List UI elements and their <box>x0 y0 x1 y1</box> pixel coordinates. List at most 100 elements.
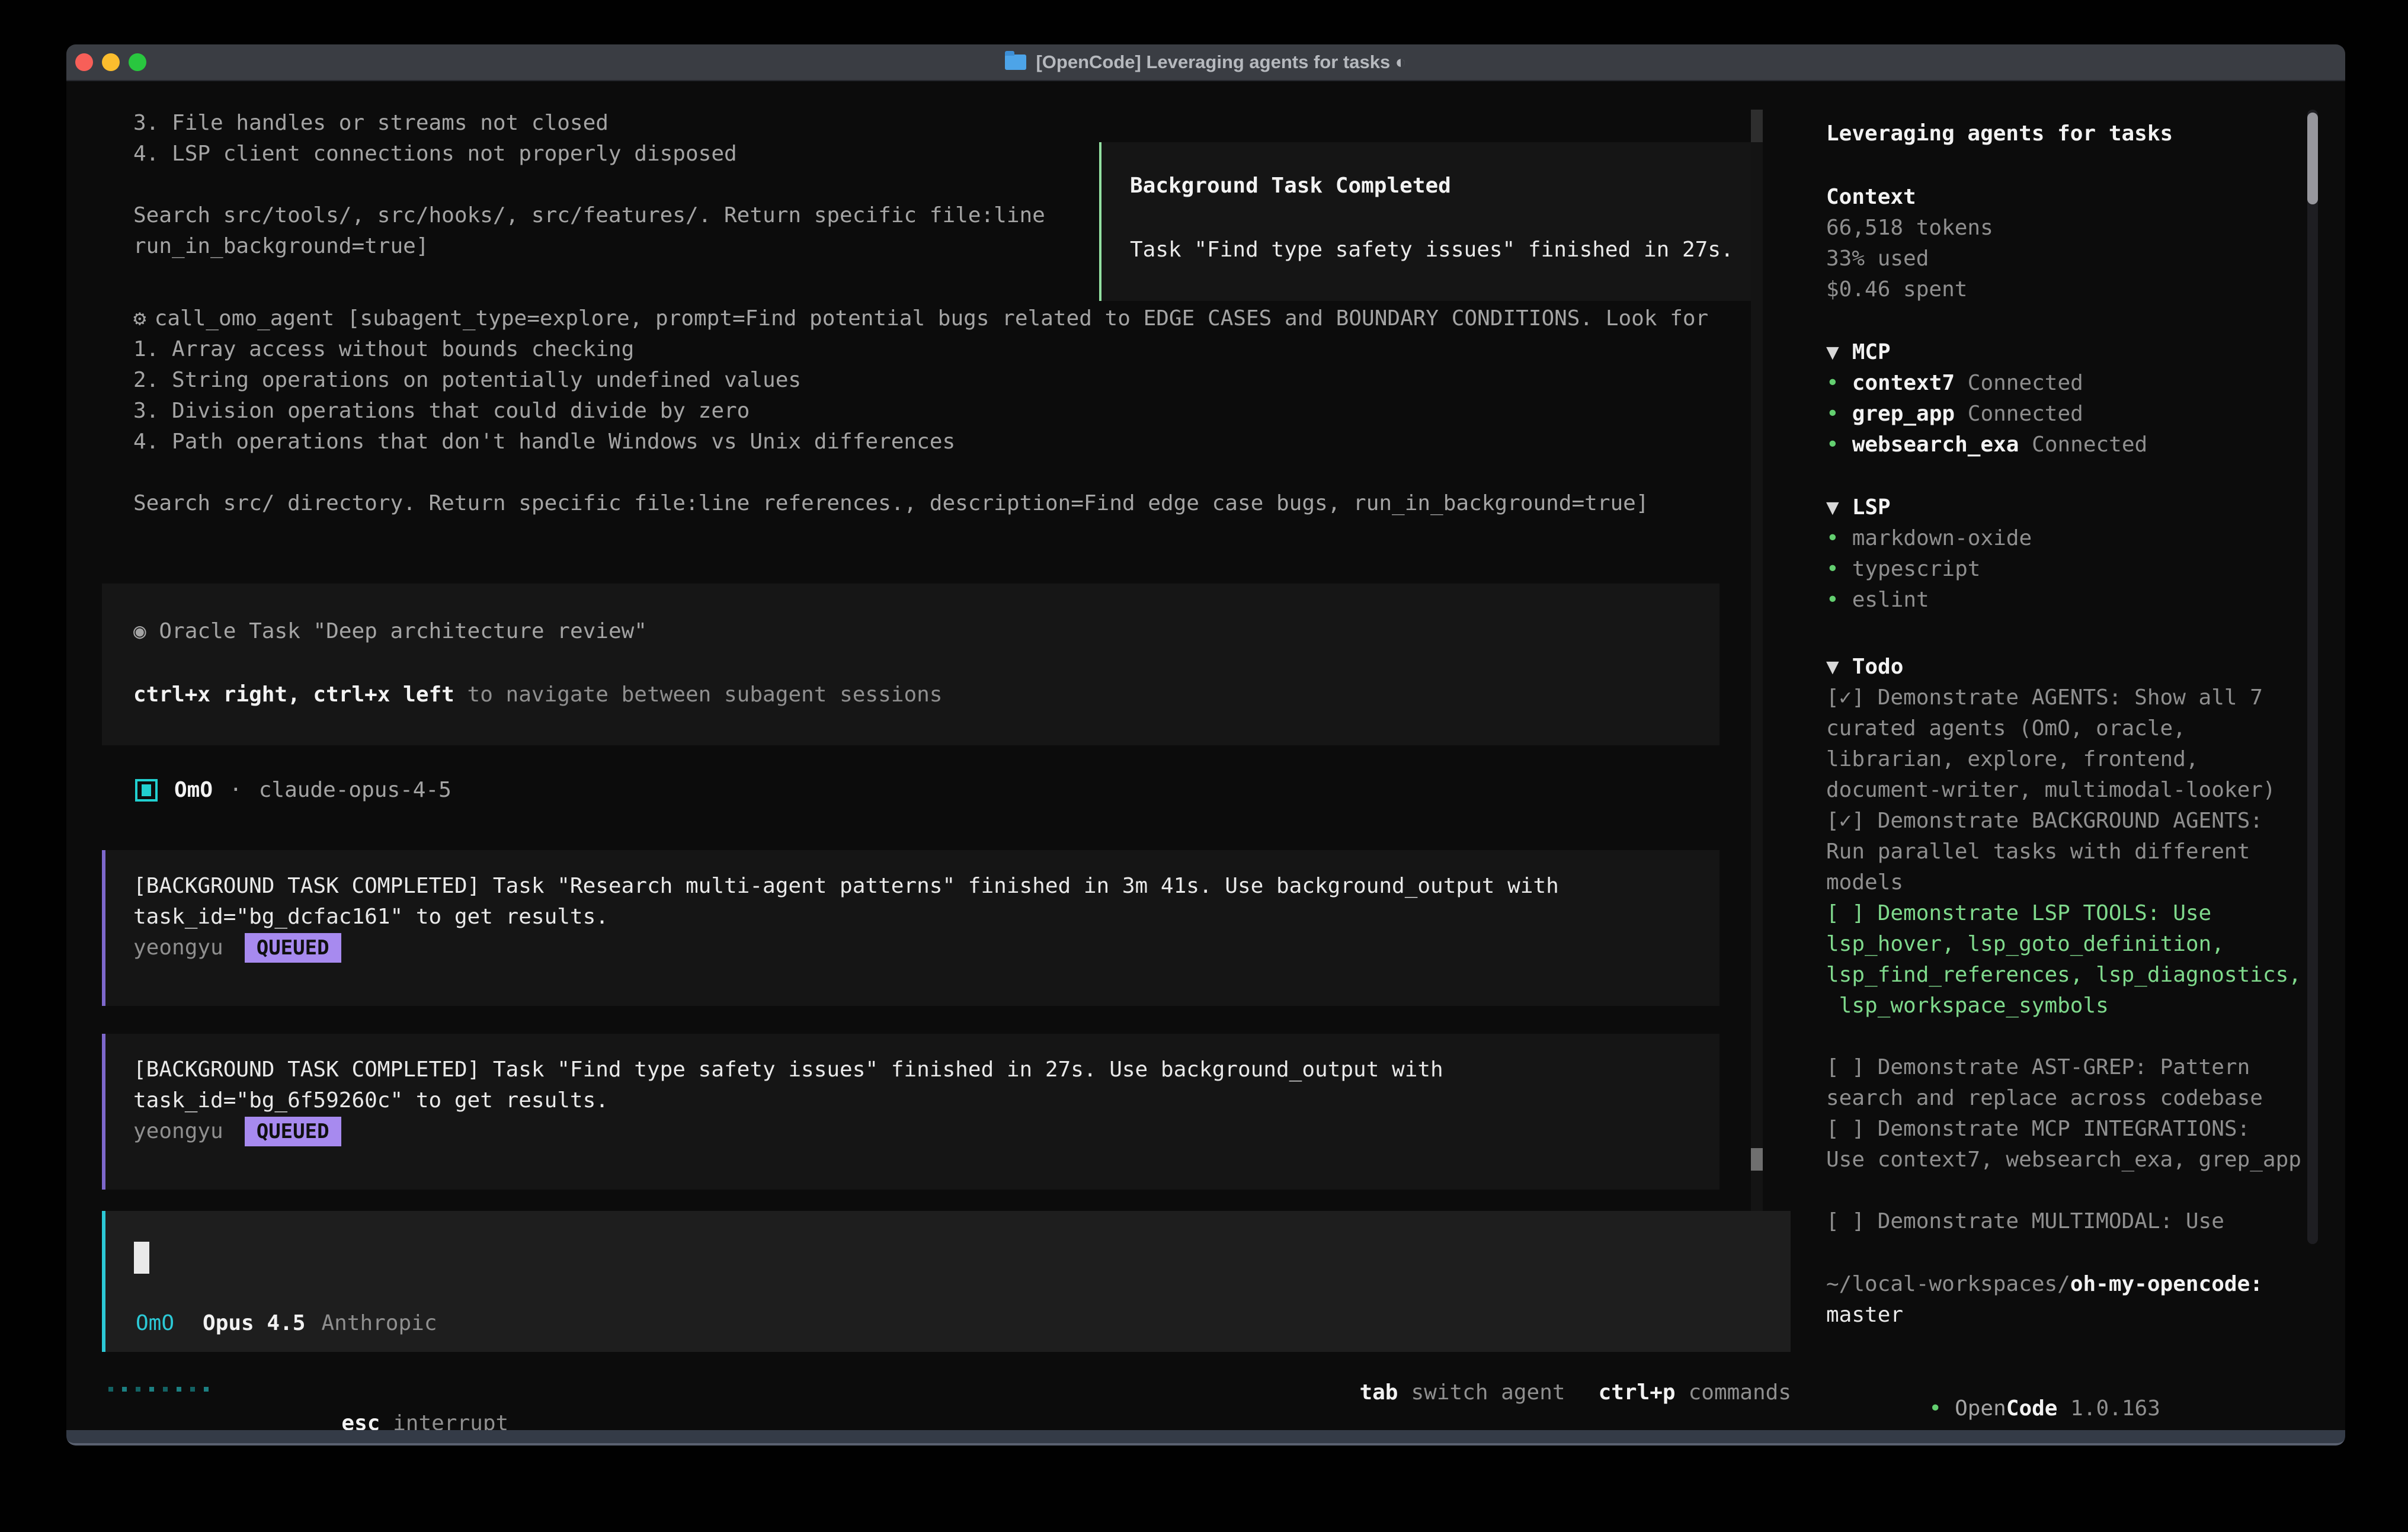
window-title-wrap: [OpenCode] Leveraging agents for tasks ◐ <box>1005 52 1406 73</box>
spinner-dot-icon <box>108 1387 113 1392</box>
workspace-branch: master <box>1826 1300 2263 1331</box>
tool-call-lines: 1. Array access without bounds checking2… <box>133 334 1708 519</box>
lsp-item: • typescript <box>1826 554 2032 585</box>
status-dot-icon: • <box>1826 557 1839 581</box>
status-badge: QUEUED <box>245 933 341 963</box>
minimize-button[interactable] <box>102 53 120 71</box>
todo-line-pending: [ ] Demonstrate MCP INTEGRATIONS: <box>1826 1114 2301 1145</box>
lsp-item: •markdown-oxide <box>1826 523 2032 554</box>
agent-header: OmO · claude-opus-4-5 <box>135 775 451 806</box>
chat-scrollbar-thumb-top[interactable] <box>1751 110 1763 142</box>
mcp-section: ▼MCP •context7 Connected•grep_app Connec… <box>1826 337 2147 460</box>
window-title: [OpenCode] Leveraging agents for tasks ◐ <box>1036 52 1406 73</box>
folder-icon <box>1005 55 1026 70</box>
todo-line-gap <box>1826 1175 2301 1206</box>
input-meta: OmO Opus 4.5 Anthropic <box>136 1308 437 1339</box>
active-model: Opus 4.5 <box>203 1308 305 1339</box>
status-dot-icon: • <box>1826 371 1839 395</box>
status-dot-icon: • <box>1826 432 1839 457</box>
background-task-block: [BACKGROUND TASK COMPLETED] Task "Resear… <box>102 850 1719 1006</box>
oracle-task-hint: ctrl+x right, ctrl+x left to navigate be… <box>133 680 942 710</box>
session-title: Leveraging agents for tasks <box>1826 118 2173 149</box>
notification-title: Background Task Completed <box>1130 171 1451 201</box>
switch-agent-hint: tabswitch agent <box>1359 1377 1565 1408</box>
todo-section: ▼Todo [✓] Demonstrate AGENTS: Show all 7… <box>1826 652 2301 1237</box>
lsp-heading[interactable]: ▼LSP <box>1826 492 2032 523</box>
mcp-heading[interactable]: ▼MCP <box>1826 337 2147 368</box>
status-dot-icon: • <box>1826 588 1839 612</box>
tool-call-line: 4. Path operations that don't handle Win… <box>133 427 1708 457</box>
sidebar-scrollbar-thumb[interactable] <box>2307 113 2318 204</box>
mcp-status: Connected <box>2032 432 2147 457</box>
notification-toast[interactable]: Background Task Completed Task "Find typ… <box>1099 142 1761 301</box>
desktop: [OpenCode] Leveraging agents for tasks ◐… <box>0 0 2408 1532</box>
status-badge: QUEUED <box>245 1117 341 1146</box>
spinner-dot-icon <box>136 1387 140 1392</box>
todo-line-done: document-writer, multimodal-looker) <box>1826 775 2301 806</box>
spinner-dot-icon <box>163 1387 168 1392</box>
chevron-down-icon: ▼ <box>1826 495 1839 520</box>
separator-dot: · <box>229 775 242 806</box>
zoom-button[interactable] <box>129 53 146 71</box>
lsp-name: markdown-oxide <box>1852 526 2032 550</box>
tool-call-head-text: call_omo_agent [subagent_type=explore, p… <box>155 306 1709 331</box>
task-line1: [BACKGROUND TASK COMPLETED] Task "Find t… <box>133 1055 1719 1085</box>
mcp-item: • websearch_exa Connected <box>1826 430 2147 460</box>
status-bar: esc interrupt tabswitch agent ctrl+pcomm… <box>66 1377 1791 1408</box>
task-meta: yeongyu QUEUED <box>133 1116 1719 1147</box>
scrollback-line <box>133 169 1045 200</box>
todo-line-gap <box>1826 1021 2301 1052</box>
agent-model: claude-opus-4-5 <box>259 775 451 806</box>
mcp-name: websearch_exa <box>1852 432 2019 457</box>
spinner-dot-icon <box>122 1387 127 1392</box>
spinner-dot-icon <box>177 1387 181 1392</box>
agent-icon <box>135 779 158 802</box>
task-line1: [BACKGROUND TASK COMPLETED] Task "Resear… <box>133 871 1719 902</box>
spinner-dot-icon <box>149 1387 154 1392</box>
active-agent: OmO <box>136 1308 174 1339</box>
todo-line-pending: search and replace across codebase <box>1826 1083 2301 1114</box>
prompt-input[interactable]: OmO Opus 4.5 Anthropic <box>102 1211 1791 1352</box>
oracle-task-box: ◉ Oracle Task "Deep architecture review"… <box>102 584 1719 745</box>
status-dot-icon: • <box>1929 1396 1942 1421</box>
mcp-status: Connected <box>1968 402 2083 426</box>
todo-line-done: Run parallel tasks with different <box>1826 836 2301 867</box>
tool-call-head: ⚙call_omo_agent [subagent_type=explore, … <box>133 303 1708 334</box>
titlebar: [OpenCode] Leveraging agents for tasks ◐ <box>66 44 2345 81</box>
tool-call-block: ⚙call_omo_agent [subagent_type=explore, … <box>133 303 1708 519</box>
sidebar-scrollbar-track[interactable] <box>2307 110 2318 1244</box>
todo-line-pending: [ ] Demonstrate AST-GREP: Pattern <box>1826 1052 2301 1083</box>
tool-call-line: 2. String operations on potentially unde… <box>133 365 1708 396</box>
close-button[interactable] <box>75 53 93 71</box>
activity-spinner-icon <box>108 1387 209 1392</box>
todo-line-pending: [ ] Demonstrate MULTIMODAL: Use <box>1826 1206 2301 1237</box>
todo-heading[interactable]: ▼Todo <box>1826 652 2301 682</box>
lsp-name: typescript <box>1852 557 1981 581</box>
spinner-dot-icon <box>190 1387 195 1392</box>
todo-line-done: librarian, explore, frontend, <box>1826 744 2301 775</box>
todo-line-done: curated agents (OmO, oracle, <box>1826 713 2301 744</box>
context-stat: $0.46 spent <box>1826 274 1993 305</box>
todo-line-pending: Use context7, websearch_exa, grep_app <box>1826 1145 2301 1175</box>
background-task-block: [BACKGROUND TASK COMPLETED] Task "Find t… <box>102 1034 1719 1190</box>
chat-scrollbar-track[interactable] <box>1751 110 1763 1215</box>
hint-text: to navigate between subagent sessions <box>454 682 943 707</box>
todo-line-active: lsp_workspace_symbols <box>1826 991 2301 1021</box>
chevron-down-icon: ▼ <box>1826 655 1839 679</box>
chat-scrollbar-thumb-bottom[interactable] <box>1751 1148 1763 1171</box>
hint-keys: ctrl+x right, ctrl+x left <box>133 682 454 707</box>
model-provider: Anthropic <box>321 1308 437 1339</box>
task-user: yeongyu <box>133 1119 223 1143</box>
todo-line-done: models <box>1826 867 2301 898</box>
workspace-repo: oh-my-opencode: <box>2070 1272 2263 1296</box>
spinner-dot-icon <box>204 1387 209 1392</box>
commands-hint: ctrl+pcommands <box>1599 1377 1791 1408</box>
lsp-item: •eslint <box>1826 585 2032 616</box>
mcp-item: •context7 Connected <box>1826 368 2147 399</box>
mcp-name: grep_app <box>1852 402 1955 426</box>
todo-line-active: [ ] Demonstrate LSP TOOLS: Use <box>1826 898 2301 929</box>
mcp-item: •grep_app Connected <box>1826 399 2147 430</box>
scrollback-line: Search src/tools/, src/hooks/, src/featu… <box>133 200 1045 231</box>
terminal-scrollback: 3. File handles or streams not closed4. … <box>133 108 1045 262</box>
text-cursor <box>134 1242 149 1274</box>
